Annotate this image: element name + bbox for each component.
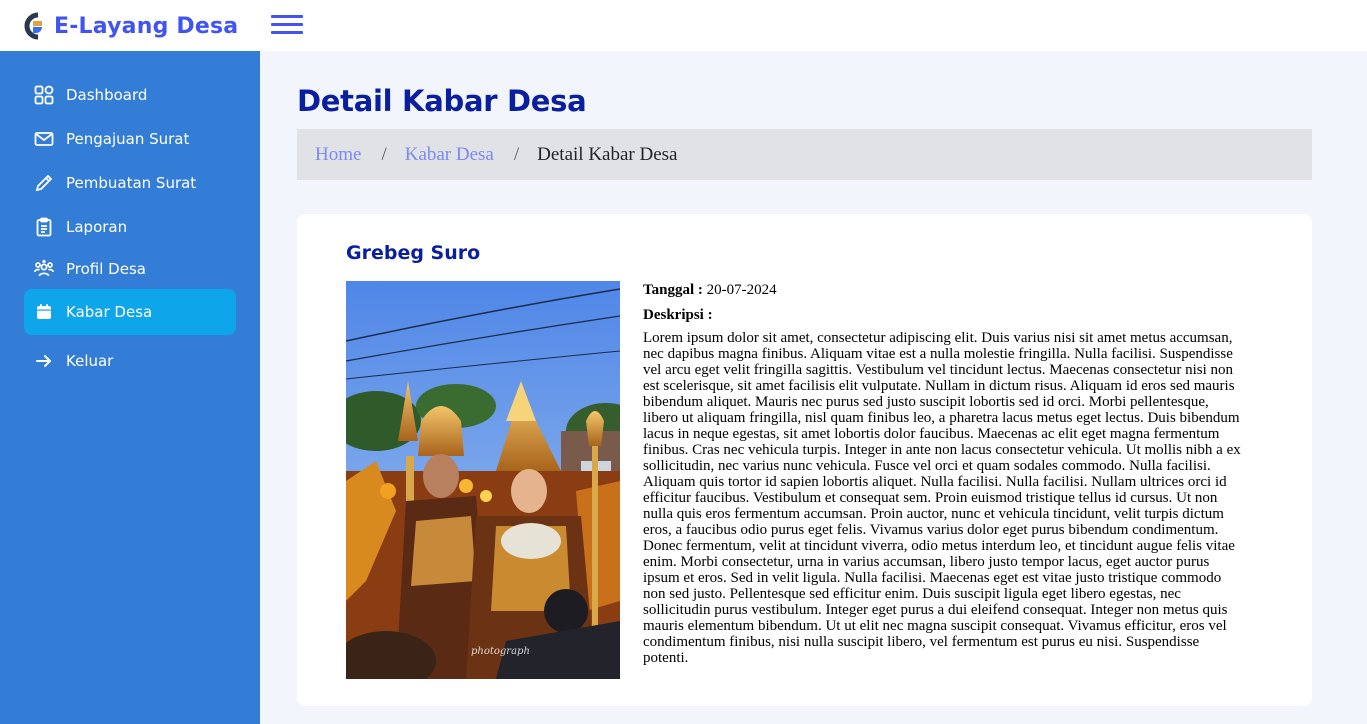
grid-icon: [34, 85, 54, 105]
top-header: E-Layang Desa: [0, 0, 1367, 51]
breadcrumb-kabar-desa-link[interactable]: Kabar Desa: [405, 144, 494, 166]
sidebar-item-label: Profil Desa: [66, 260, 146, 278]
news-photo: photograph: [346, 281, 620, 679]
sidebar-item-pembuatan-surat[interactable]: Pembuatan Surat: [24, 160, 236, 206]
clipboard-icon: [34, 217, 54, 237]
news-date: 20-07-2024: [706, 282, 777, 298]
calendar-icon: [34, 302, 54, 322]
sidebar-item-laporan[interactable]: Laporan: [24, 204, 236, 250]
sidebar-item-pengajuan-surat[interactable]: Pengajuan Surat: [24, 116, 236, 162]
news-detail-card: Grebeg Suro photograph Tanggal: 20-07-2…: [297, 214, 1312, 706]
sidebar-item-label: Kabar Desa: [66, 303, 153, 321]
breadcrumb-separator: /: [513, 143, 520, 165]
arrow-right-icon: [34, 351, 54, 371]
pencil-icon: [34, 173, 54, 193]
breadcrumb: Home / Kabar Desa / Detail Kabar Desa: [297, 129, 1312, 180]
date-label: Tanggal :: [643, 282, 703, 298]
sidebar-item-label: Keluar: [66, 352, 114, 370]
breadcrumb-current: Detail Kabar Desa: [537, 143, 678, 165]
sidebar-item-dashboard[interactable]: Dashboard: [24, 72, 236, 118]
breadcrumb-home-link[interactable]: Home: [315, 144, 361, 166]
brand[interactable]: E-Layang Desa: [24, 10, 238, 42]
description-label: Deskripsi :: [643, 307, 713, 323]
news-title: Grebeg Suro: [346, 242, 481, 264]
page-title: Detail Kabar Desa: [297, 84, 587, 118]
sidebar-item-label: Pengajuan Surat: [66, 130, 190, 148]
photo-watermark: photograph: [471, 646, 530, 657]
sidebar-item-label: Pembuatan Surat: [66, 174, 197, 192]
menu-toggle-icon[interactable]: [271, 15, 303, 36]
news-details: Tanggal : 20-07-2024 Deskripsi : Lorem i…: [643, 281, 1243, 666]
sidebar-item-keluar[interactable]: Keluar: [24, 338, 236, 384]
app-name: E-Layang Desa: [54, 13, 239, 39]
envelope-icon: [34, 129, 54, 149]
sidebar-item-kabar-desa[interactable]: Kabar Desa: [24, 289, 236, 335]
news-description: Lorem ipsum dolor sit amet, consectetur …: [643, 330, 1241, 666]
breadcrumb-separator: /: [381, 143, 387, 165]
sidebar-item-label: Laporan: [66, 218, 128, 236]
sidebar: Dashboard Pengajuan Surat Pembuatan Sura…: [0, 51, 260, 724]
people-icon: [34, 259, 54, 279]
sidebar-item-profil-desa[interactable]: Profil Desa: [24, 246, 236, 292]
logo-icon: [24, 12, 42, 40]
news-date-row: Tanggal : 20-07-2024: [643, 281, 1243, 299]
sidebar-item-label: Dashboard: [66, 86, 148, 104]
